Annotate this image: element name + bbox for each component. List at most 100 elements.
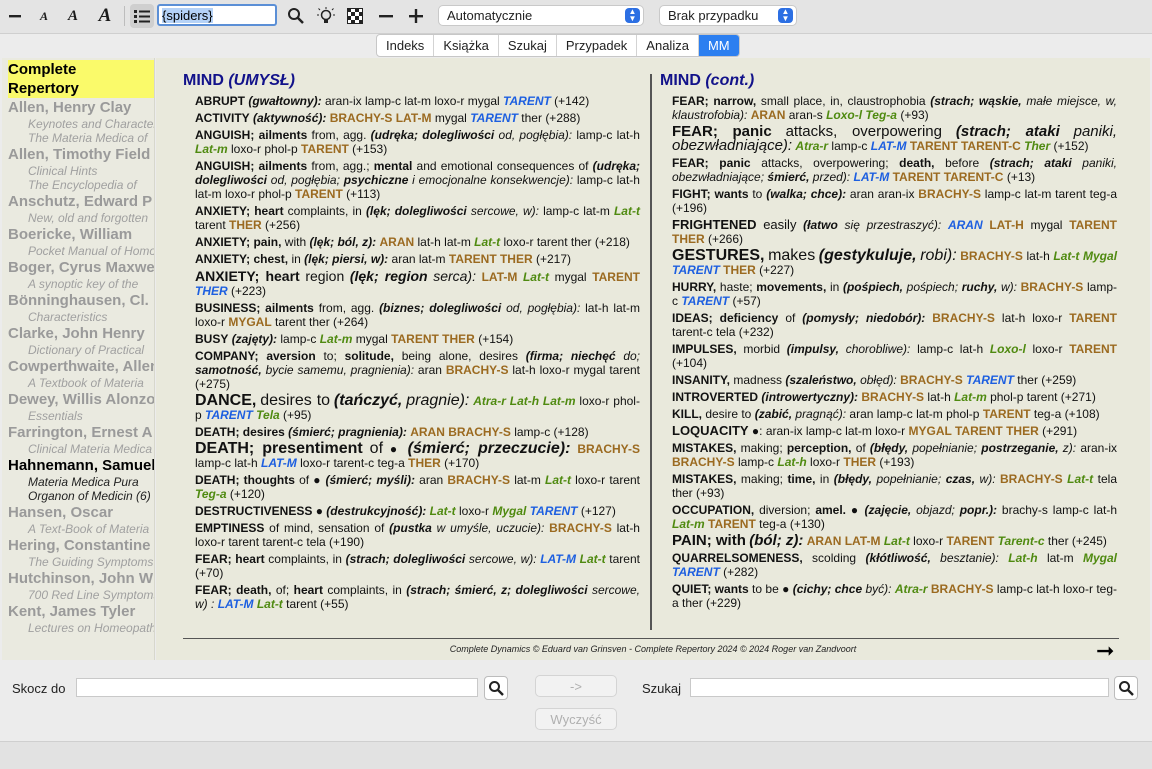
rubric-entry[interactable]: DEATH; thoughts of ● (śmierć; myśli): ar… (183, 473, 640, 501)
jump-search-button[interactable] (484, 676, 508, 700)
sidebar-author[interactable]: Boericke, William (2, 225, 154, 244)
rubric-entry[interactable]: ANGUISH; ailments from, agg.; mental and… (183, 159, 640, 201)
grid-button[interactable] (345, 4, 365, 28)
rubric-entry[interactable]: FRIGHTENED easily (łatwo się przestraszy… (660, 218, 1117, 247)
rubric-entry[interactable]: ANXIETY; chest, in (lęk; piersi, w): ara… (183, 252, 640, 266)
sidebar-book[interactable]: A synoptic key of the (2, 277, 154, 291)
rubric-entry[interactable]: IDEAS; deficiency of (pomysły; niedobór)… (660, 311, 1117, 339)
sidebar-title[interactable]: Complete Repertory (8, 60, 154, 98)
rubric-entry[interactable]: PAIN; with (ból; z): ARAN LAT-M Lat-t lo… (660, 533, 1117, 548)
tab-ksi-ka[interactable]: Książka (434, 35, 499, 56)
collapse-button[interactable] (376, 4, 396, 28)
list-view-button[interactable] (130, 4, 154, 28)
rubric-entry[interactable]: GESTURES, makes (gestykuluje, robi): BRA… (660, 248, 1117, 278)
sidebar-book[interactable]: Characteristics (2, 310, 154, 324)
sidebar-book[interactable]: A Textbook of Materia (2, 376, 154, 390)
rubric-entry[interactable]: DANCE, desires to (tańczyć, pragnie): At… (183, 393, 640, 423)
minus-icon (9, 15, 21, 18)
sidebar-author[interactable]: Allen, Henry Clay (2, 98, 154, 117)
search-button[interactable] (285, 4, 307, 28)
rubric-entry[interactable]: IMPULSES, morbid (impulsy, chorobliwe): … (660, 342, 1117, 370)
font-normal-button[interactable]: A (64, 4, 82, 28)
sidebar-book[interactable]: Pocket Manual of Homoeopathic (2, 244, 154, 258)
sidebar-book[interactable]: Organon of Medicin (6) (2, 489, 154, 503)
sidebar-book[interactable]: Keynotes and Characteristics (2, 117, 154, 131)
rubric-entry[interactable]: FEAR; death, of; heart complaints, in (s… (183, 583, 640, 611)
rubric-entry[interactable]: FEAR; heart complaints, in (strach; dole… (183, 552, 640, 580)
clear-button[interactable]: Wyczyść (535, 708, 617, 730)
tab-szukaj[interactable]: Szukaj (499, 35, 557, 56)
next-page-arrow-icon[interactable]: ➞ (1096, 638, 1114, 660)
sidebar-author[interactable]: Hahnemann, Samuel (2, 456, 154, 475)
go-button[interactable]: -> (535, 675, 617, 697)
rubric-entry[interactable]: COMPANY; aversion to; solitude, being al… (183, 349, 640, 391)
rubric-entry[interactable]: BUSINESS; ailments from, agg. (biznes; d… (183, 301, 640, 329)
rubric-entry[interactable]: INTROVERTED (introwertyczny): BRACHY-S l… (660, 390, 1117, 404)
hint-button[interactable] (316, 4, 336, 28)
sidebar-book[interactable]: Materia Medica Pura (2, 475, 154, 489)
sidebar-book[interactable]: Dictionary of Practical (2, 343, 154, 357)
font-larger-button[interactable]: A (94, 4, 116, 28)
rubric-entry[interactable]: FEAR; narrow, small place, in, claustrop… (660, 94, 1117, 122)
rubric-entry[interactable]: EMPTINESS of mind, sensation of (pustka … (183, 521, 640, 549)
sidebar-book[interactable]: The Guiding Symptoms (2, 555, 154, 569)
footer-search-button[interactable] (1114, 676, 1138, 700)
rubric-entry[interactable]: ANXIETY; heart region (lęk; region serca… (183, 269, 640, 298)
tab-przypadek[interactable]: Przypadek (557, 35, 638, 56)
sidebar-book[interactable]: The Materia Medica of (2, 131, 154, 145)
sidebar-author[interactable]: Bönninghausen, Cl. (2, 291, 154, 310)
rubric-entry[interactable]: ANXIETY; pain, with (lęk; ból, z): ARAN … (183, 235, 640, 249)
rubric-entry[interactable]: FIGHT; wants to (walka; chce): aran aran… (660, 187, 1117, 215)
sidebar-book[interactable]: 700 Red Line Symptoms (2, 588, 154, 602)
rubric-entry[interactable]: LOQUACITY ●: aran-ix lamp-c lat-m loxo-r… (660, 424, 1117, 439)
mode-select[interactable]: Automatycznie ▲ ▼ (438, 5, 644, 26)
rubric-entry[interactable]: ANXIETY; heart complaints, in (lęk; dole… (183, 204, 640, 232)
expand-button[interactable] (406, 4, 426, 28)
sidebar-book[interactable]: New, old and forgotten (2, 211, 154, 225)
rubric-entry[interactable]: INSANITY, madness (szaleństwo, obłęd): B… (660, 373, 1117, 387)
sidebar-book[interactable]: The Encyclopedia of (2, 178, 154, 192)
sidebar-book[interactable]: Clinical Hints (2, 164, 154, 178)
rubric-entry[interactable]: QUARRELSOMENESS, scolding (kłótliwość, b… (660, 551, 1117, 579)
rubric-entry[interactable]: DESTRUCTIVENESS ● (destrukcyjność): Lat-… (183, 504, 640, 518)
rubric-entry[interactable]: QUIET; wants to be ● (cichy; chce być): … (660, 582, 1117, 610)
rubric-entry[interactable]: OCCUPATION, diversion; amel. ● (zajęcie,… (660, 503, 1117, 531)
right-column-title: MIND (cont.) (660, 72, 755, 89)
jump-input[interactable] (76, 678, 478, 697)
rubric-entry[interactable]: DEATH; presentiment of ● (śmierć; przecz… (183, 441, 640, 471)
case-select[interactable]: Brak przypadku ▲ ▼ (659, 5, 797, 26)
rubric-entry[interactable]: HURRY, haste; movements, in (pośpiech, p… (660, 280, 1117, 308)
rubric-entry[interactable]: MISTAKES, making; time, in (błędy, popeł… (660, 472, 1117, 500)
sidebar-book[interactable]: Clinical Materia Medica (2, 442, 154, 456)
rubric-entry[interactable]: FEAR; panic attacks, overpowering; death… (660, 156, 1117, 184)
sidebar-author[interactable]: Dewey, Willis Alonzo (2, 390, 154, 409)
sidebar-author[interactable]: Anschutz, Edward P (2, 192, 154, 211)
sidebar-author[interactable]: Kent, James Tyler (2, 602, 154, 621)
sidebar-author[interactable]: Allen, Timothy Field (2, 145, 154, 164)
footer-search-input[interactable] (690, 678, 1109, 697)
sidebar-book[interactable]: A Text-Book of Materia (2, 522, 154, 536)
zoom-out-button[interactable] (6, 4, 24, 28)
sidebar-author[interactable]: Clarke, John Henry (2, 324, 154, 343)
rubric-entry[interactable]: FEAR; panic attacks, overpowering (strac… (660, 124, 1117, 153)
sidebar-author[interactable]: Boger, Cyrus Maxwell (2, 258, 154, 277)
rubric-entry[interactable]: ANGUISH; ailments from, agg. (udręka; do… (183, 128, 640, 156)
sidebar-book[interactable]: Essentials (2, 409, 154, 423)
rubric-entry[interactable]: KILL, desire to (zabić, pragnąć): aran l… (660, 407, 1117, 421)
rubric-entry[interactable]: ACTIVITY (aktywność): BRACHY-S LAT-M myg… (183, 111, 640, 125)
sidebar-author[interactable]: Farrington, Ernest A (2, 423, 154, 442)
rubric-entry[interactable]: BUSY (zajęty): lamp-c Lat-m mygal TARENT… (183, 332, 640, 346)
rubric-entry[interactable]: DEATH; desires (śmierć; pragnienia): ARA… (183, 425, 640, 439)
tab-analiza[interactable]: Analiza (637, 35, 699, 56)
rubric-entry[interactable]: ABRUPT (gwałtowny): aran-ix lamp-c lat-m… (183, 94, 640, 108)
tab-indeks[interactable]: Indeks (377, 35, 435, 56)
sidebar-author[interactable]: Hering, Constantine (2, 536, 154, 555)
tab-mm[interactable]: MM (698, 35, 739, 56)
sidebar-author[interactable]: Cowperthwaite, Allen (2, 357, 154, 376)
rubric-entry[interactable]: MISTAKES, making; perception, of (błędy,… (660, 441, 1117, 469)
sidebar-author[interactable]: Hansen, Oscar (2, 503, 154, 522)
search-input[interactable]: {spiders} (157, 4, 277, 26)
sidebar-author[interactable]: Hutchinson, John W (2, 569, 154, 588)
sidebar-book[interactable]: Lectures on Homeopathic (2, 621, 154, 635)
font-smaller-button[interactable]: A (36, 4, 52, 28)
